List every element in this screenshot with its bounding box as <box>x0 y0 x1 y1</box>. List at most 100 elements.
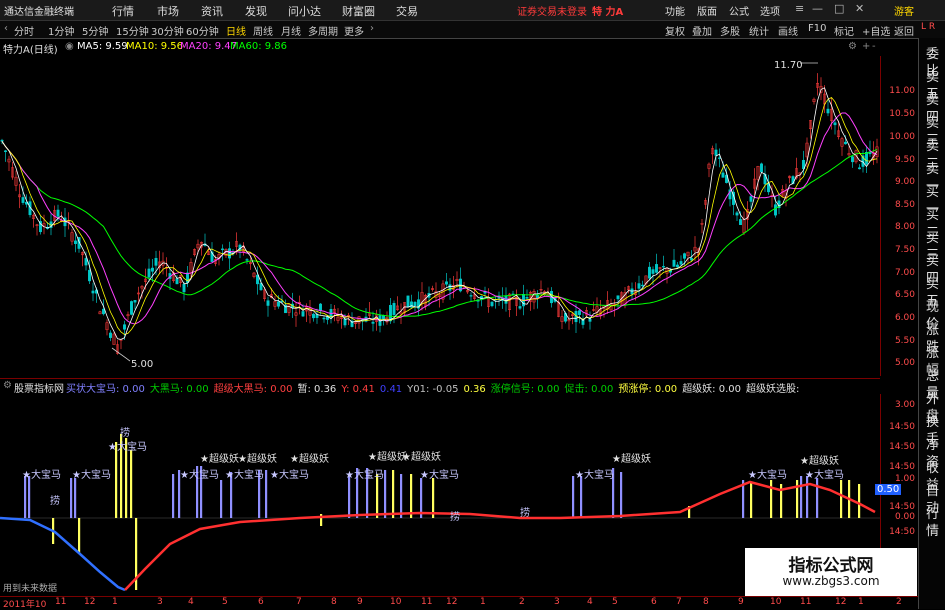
candle-body <box>648 266 651 279</box>
menu-xuanxiang[interactable]: 选项 <box>760 3 780 18</box>
date-tick: 6 <box>651 597 657 607</box>
signal-label: 捞 <box>450 510 460 523</box>
candle-body <box>637 283 641 289</box>
site-watermark: 指标公式网 www.zbgs3.com <box>745 548 917 596</box>
signal-label: ★大宝马 <box>180 468 219 481</box>
indicator-name[interactable]: 股票指标网 <box>14 380 64 395</box>
btn-f10[interactable]: F10 <box>808 23 826 34</box>
tab-15min[interactable]: 15分钟 <box>116 23 149 38</box>
current-value-tag: 0.50 <box>875 484 902 495</box>
date-tick: 7 <box>676 597 682 607</box>
candle-body <box>56 209 60 217</box>
date-tick: 9 <box>357 597 363 607</box>
btn-tongji[interactable]: 统计 <box>749 23 769 38</box>
tab-yuexian[interactable]: 月线 <box>281 23 301 38</box>
indicator-bar <box>348 476 351 518</box>
menu-icon[interactable]: ≡ <box>795 2 804 15</box>
chevron-right-icon[interactable]: › <box>370 23 374 34</box>
candle-body <box>525 297 529 299</box>
menu-wenxiaoda[interactable]: 问小达 <box>288 3 321 19</box>
menu-banmian[interactable]: 版面 <box>697 3 717 18</box>
menu-jiaoyi[interactable]: 交易 <box>396 3 418 19</box>
candle-body <box>175 278 179 285</box>
guest-label[interactable]: 游客 <box>894 3 914 18</box>
candle-body <box>490 301 494 307</box>
candle-body <box>277 301 280 307</box>
candle-body <box>322 317 326 320</box>
menu-gongneng[interactable]: 功能 <box>665 3 685 18</box>
date-tick: 3 <box>554 597 560 607</box>
tab-1min[interactable]: 1分钟 <box>48 23 74 38</box>
date-tick: 11 <box>800 597 812 607</box>
minimize-icon[interactable]: — <box>812 2 823 15</box>
btn-duogu[interactable]: 多股 <box>720 23 740 38</box>
candle-body <box>133 300 137 303</box>
tab-zhouxian[interactable]: 周线 <box>253 23 273 38</box>
login-status[interactable]: 证券交易未登录 <box>517 3 587 18</box>
price-tick: 8.00 <box>894 222 915 232</box>
back-arrow-icon[interactable]: ‹ <box>4 23 8 34</box>
zoom-out-icon[interactable]: - <box>872 41 876 52</box>
indicator-bar <box>265 470 268 518</box>
ind-tick: 1.00 <box>894 474 915 484</box>
indicator-gear-icon[interactable]: ⚙ <box>3 380 12 391</box>
btn-zixuan[interactable]: +自选 <box>862 23 890 38</box>
indicator-bar <box>858 484 861 518</box>
btn-biaoji[interactable]: 标记 <box>834 23 854 38</box>
menu-faxian[interactable]: 发现 <box>245 3 267 19</box>
zoom-in-icon[interactable]: + <box>862 41 870 52</box>
settings-gear-icon[interactable]: ⚙ <box>848 41 857 52</box>
indicator-bar <box>130 450 133 518</box>
tab-fenshi[interactable]: 分时 <box>14 23 34 38</box>
signal-label: ★大宝马 <box>805 468 844 481</box>
ma-info-line: 特力A(日线) ◉ MA5: 9.59 MA10: 9.56 MA20: 9.4… <box>0 41 880 56</box>
ma60-line <box>1 141 878 318</box>
candle-body <box>851 156 854 163</box>
candle-body <box>147 268 151 278</box>
tab-30min[interactable]: 30分钟 <box>151 23 184 38</box>
ind-tick: 14:50 <box>889 462 915 472</box>
candle-body <box>749 196 753 202</box>
btn-fanhui[interactable]: 返回 <box>894 23 914 38</box>
btn-fuquan[interactable]: 复权 <box>665 23 685 38</box>
restore-icon[interactable]: □ <box>834 2 844 15</box>
sidebar-item[interactable]: 行情 <box>920 506 945 540</box>
tab-5min[interactable]: 5分钟 <box>82 23 108 38</box>
close-icon[interactable]: ✕ <box>855 2 864 15</box>
ma10-value: MA10: 9.56 <box>126 41 184 52</box>
menu-hangqing[interactable]: 行情 <box>112 3 134 19</box>
menu-shichang[interactable]: 市场 <box>157 3 179 19</box>
menu-gongshi[interactable]: 公式 <box>729 3 749 18</box>
indicator-bar <box>74 478 77 518</box>
candle-body <box>858 167 861 170</box>
right-sidebar: L R 委比 卖五 卖四 卖三 卖二 卖一 买一 买二 买三 买四 买五 现价 涨跌 涨幅 总量 外盘 换手 净资… <box>918 22 945 609</box>
price-tick: 7.50 <box>894 245 915 255</box>
date-tick: 6 <box>258 597 264 607</box>
high-annotation: 11.70 <box>774 60 803 71</box>
candle-body <box>735 212 739 216</box>
candle-body <box>406 295 410 308</box>
signal-label: ★大宝马 <box>225 468 264 481</box>
price-tick: 10.00 <box>889 132 915 142</box>
candle-body <box>469 295 473 297</box>
btn-diejia[interactable]: 叠加 <box>692 23 712 38</box>
candle-body <box>109 332 112 338</box>
candlestick-chart[interactable]: 11.70 5.00 <box>0 56 880 376</box>
menu-zixun[interactable]: 资讯 <box>201 3 223 19</box>
btn-huaxian[interactable]: 画线 <box>778 23 798 38</box>
candle-body <box>151 267 154 272</box>
tab-rixian[interactable]: 日线 <box>226 23 246 38</box>
tab-gengduo[interactable]: 更多 <box>344 23 364 38</box>
date-tick: 3 <box>157 597 163 607</box>
ma20-value: MA20: 9.47 <box>180 41 238 52</box>
date-tick: 2 <box>519 597 525 607</box>
sidebar-top[interactable]: L R <box>921 22 935 32</box>
indicator-bar <box>115 442 118 518</box>
menu-caifuquan[interactable]: 财富圈 <box>342 3 375 19</box>
settings-dot-icon[interactable]: ◉ <box>65 41 74 52</box>
signal-label: ★大宝马 <box>345 468 384 481</box>
watermark-title: 指标公式网 <box>788 556 874 576</box>
tab-duozhouqi[interactable]: 多周期 <box>308 23 338 38</box>
tab-60min[interactable]: 60分钟 <box>186 23 219 38</box>
candle-body <box>182 284 186 293</box>
